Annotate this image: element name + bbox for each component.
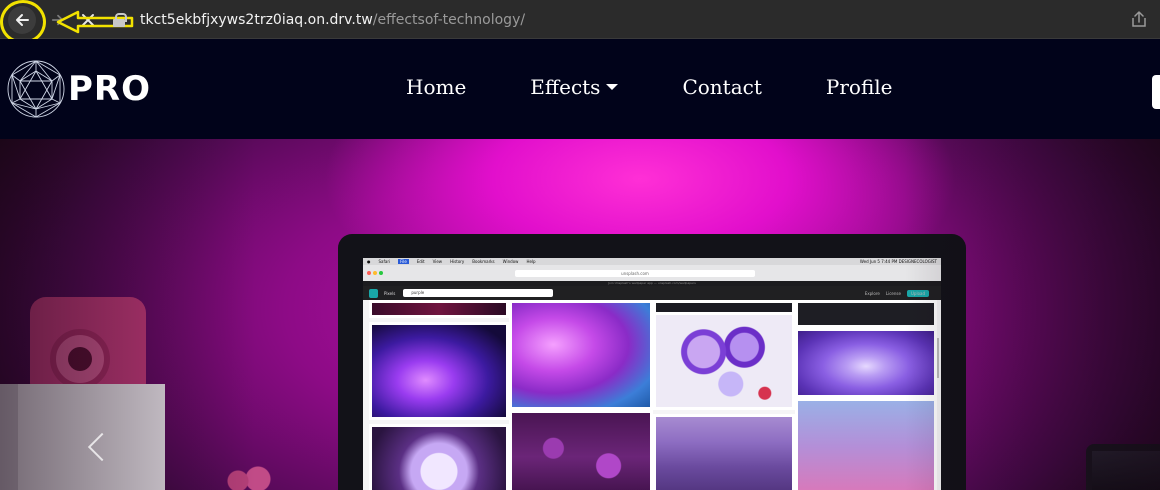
logo-text: PRO [68,69,152,109]
hero-vignette [0,139,1160,490]
chevron-left-icon [87,432,117,462]
nav-profile[interactable]: Profile [826,75,893,99]
nav-contact[interactable]: Contact [682,75,761,99]
geodesic-sphere-icon [7,60,65,118]
site-header: PRO Home Effects Contact Profile [0,39,1160,139]
carousel-prev-button[interactable] [87,427,117,467]
address-bar[interactable]: tkct5ekbfjxyws2trz0iaq.on.drv.tw/effects… [112,6,1122,34]
nav-home[interactable]: Home [406,75,466,99]
annotation-circle [0,0,46,44]
nav-effects-dropdown[interactable]: Effects [530,75,619,99]
main-nav: Home Effects Contact Profile [406,75,957,99]
lock-icon [112,13,127,27]
hero-carousel: ● Safari File Edit View History Bookmark… [0,139,1160,490]
header-button-edge[interactable] [1152,75,1160,109]
caret-down-icon [606,84,619,90]
nav-effects-label: Effects [530,75,601,99]
share-icon[interactable] [1130,10,1148,28]
site-logo[interactable]: PRO [6,57,151,121]
url-path: /effectsof-technology/ [372,12,526,28]
browser-toolbar: tkct5ekbfjxyws2trz0iaq.on.drv.tw/effects… [0,0,1160,44]
url-host: tkct5ekbfjxyws2trz0iaq.on.drv.tw [140,12,373,28]
